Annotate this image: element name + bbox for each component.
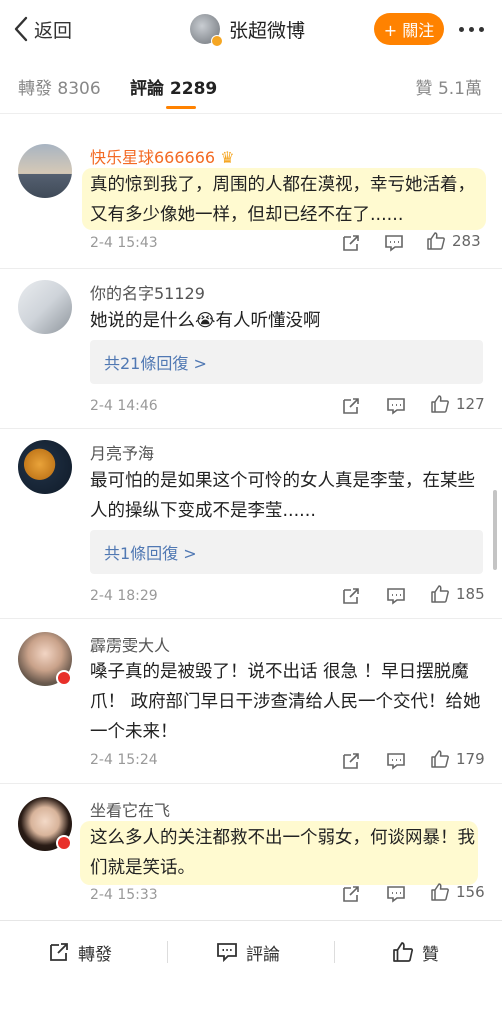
share-button[interactable] (341, 233, 361, 253)
commenter-name[interactable]: 坐看它在飞 (90, 797, 170, 821)
comment-item: 坐看它在飞 这么多人的关注都救不出一个弱女，何谈网暴！我们就是笑话。 2-4 1… (0, 783, 502, 920)
share-icon (343, 235, 359, 251)
comment-time: 2-4 15:24 (90, 752, 158, 768)
commenter-name[interactable]: 霹雳雯大人 (90, 632, 170, 656)
comment-icon (385, 235, 403, 252)
comment-time: 2-4 15:33 (90, 887, 158, 903)
commenter-name[interactable]: 月亮予海 (90, 440, 154, 464)
nav-bar: 返回 张超微博 + 關注 (0, 0, 502, 58)
comment-button[interactable]: 評論 (216, 937, 280, 967)
tab-bar: 轉發 8306 評論 2289 贊 5.1萬 (0, 58, 502, 114)
comment-text: 这么多人的关注都救不出一个弱女，何谈网暴！我们就是笑话。 (90, 828, 475, 878)
commenter-name[interactable]: 快乐星球666666 ♛ (90, 144, 235, 168)
like-count: 179 (456, 750, 485, 768)
like-count: 283 (452, 232, 481, 250)
commenter-name[interactable]: 你的名字51129 (90, 280, 205, 304)
avatar[interactable] (190, 14, 223, 47)
like-count: 127 (456, 395, 485, 413)
like-button[interactable]: 185 (430, 584, 485, 604)
page-title: 张超微博 (229, 19, 306, 42)
share-icon (343, 886, 359, 902)
reply-count-link[interactable]: 共1條回復 > (90, 530, 483, 574)
back-label: 返回 (34, 19, 73, 42)
reply-button[interactable] (386, 396, 406, 416)
divider (0, 618, 502, 619)
like-count: 185 (456, 585, 485, 603)
comment-icon (387, 753, 405, 770)
avatar[interactable] (18, 440, 72, 494)
share-button[interactable] (341, 751, 361, 771)
share-icon (343, 753, 359, 769)
like-button[interactable]: 贊 (392, 937, 439, 967)
page-title-group[interactable]: 张超微博 (190, 12, 306, 47)
follow-button[interactable]: + 關注 (374, 13, 444, 45)
divider (167, 941, 168, 963)
thumbs-up-icon (431, 883, 449, 901)
comment-item: 霹雳雯大人 嗓子真的是被毁了！说不出话 很急 ！早日摆脱魔爪！ 政府部门早日干涉… (0, 618, 502, 783)
comment-icon (387, 588, 405, 605)
divider (0, 428, 502, 429)
comment-label: 評論 (246, 944, 280, 965)
tab-repost[interactable]: 轉發 8306 (18, 74, 101, 99)
share-button[interactable] (341, 396, 361, 416)
thumbs-up-icon (431, 395, 449, 413)
comment-text: 她说的是什么😭有人听懂没啊 (90, 311, 321, 331)
comment-text: 最可怕的是如果这个可怜的女人真是李莹，在某些人的操纵下变成不是李莹...... (90, 471, 475, 521)
comment-time: 2-4 14:46 (90, 398, 158, 414)
like-button[interactable]: 127 (430, 394, 485, 414)
reply-button[interactable] (386, 884, 406, 904)
comment-item: 月亮予海 最可怕的是如果这个可怜的女人真是李莹，在某些人的操纵下变成不是李莹..… (0, 428, 502, 618)
comment-time: 2-4 18:29 (90, 588, 158, 604)
like-button[interactable]: 283 (426, 231, 481, 251)
comment-item: 你的名字51129 她说的是什么😭有人听懂没啊 共21條回復 > 2-4 14:… (0, 268, 502, 428)
repost-button[interactable]: 轉發 (48, 937, 112, 967)
comment-icon (217, 943, 237, 963)
like-button[interactable]: 156 (430, 882, 485, 902)
comment-icon (387, 886, 405, 903)
verified-badge-icon (211, 35, 223, 47)
divider (0, 268, 502, 269)
tab-comment[interactable]: 評論 2289 (130, 74, 217, 99)
divider (334, 941, 335, 963)
active-tab-indicator (166, 106, 196, 109)
tab-like[interactable]: 贊 5.1萬 (416, 74, 482, 99)
comment-text: 真的惊到我了，周围的人都在漠视，幸亏她活着，又有多少像她一样，但却已经不在了..… (90, 175, 475, 225)
reply-button[interactable] (386, 751, 406, 771)
scrollbar[interactable] (493, 490, 497, 570)
bottom-toolbar: 轉發 評論 贊 (0, 920, 502, 1024)
comment-time: 2-4 15:43 (90, 235, 158, 251)
repost-label: 轉發 (78, 944, 112, 965)
back-button[interactable]: 返回 (12, 14, 72, 44)
more-icon[interactable] (451, 14, 491, 44)
avatar[interactable] (18, 280, 72, 334)
verified-badge-icon (56, 670, 72, 686)
comment-text: 嗓子真的是被毁了！说不出话 很急 ！早日摆脱魔爪！ 政府部门早日干涉查清给人民一… (90, 662, 481, 742)
reply-count-link[interactable]: 共21條回復 > (90, 340, 483, 384)
share-icon (343, 398, 359, 414)
reply-button[interactable] (386, 586, 406, 606)
chevron-left-icon (14, 16, 28, 42)
like-button[interactable]: 179 (430, 749, 485, 769)
like-label: 贊 (422, 944, 439, 965)
reply-button[interactable] (384, 233, 404, 253)
thumbs-up-icon (393, 942, 414, 962)
thumbs-up-icon (431, 585, 449, 603)
share-button[interactable] (341, 884, 361, 904)
like-count: 156 (456, 883, 485, 901)
divider (0, 783, 502, 784)
avatar[interactable] (18, 144, 72, 198)
crown-icon: ♛ (220, 148, 235, 167)
share-icon (343, 588, 359, 604)
share-icon (50, 943, 68, 961)
thumbs-up-icon (431, 750, 449, 768)
share-button[interactable] (341, 586, 361, 606)
verified-badge-icon (56, 835, 72, 851)
thumbs-up-icon (427, 232, 445, 250)
comment-icon (387, 398, 405, 415)
